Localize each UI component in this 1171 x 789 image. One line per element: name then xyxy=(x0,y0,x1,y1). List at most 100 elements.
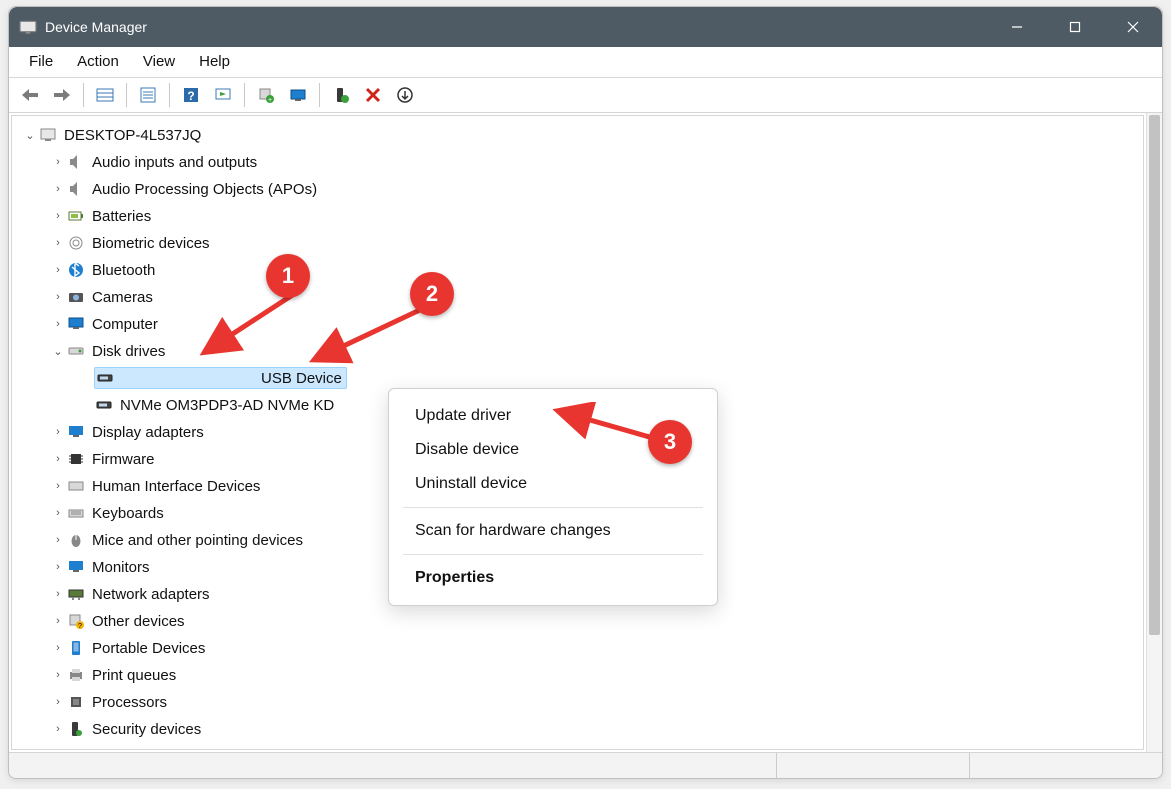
expand-icon[interactable]: › xyxy=(50,291,66,303)
context-uninstall-device[interactable]: Uninstall device xyxy=(389,467,717,501)
tree-item[interactable]: › Computer xyxy=(18,311,1139,338)
titlebar: Device Manager xyxy=(9,7,1162,47)
toolbar-separator xyxy=(126,83,127,107)
tree-item-label: Processors xyxy=(92,694,167,711)
tree-item[interactable]: › Portable Devices xyxy=(18,635,1139,662)
tree-item-label: Audio inputs and outputs xyxy=(92,154,257,171)
maximize-button[interactable] xyxy=(1046,7,1104,47)
disk-icon xyxy=(95,368,115,388)
toolbar-separator xyxy=(169,83,170,107)
chip-icon xyxy=(66,449,86,469)
tree-root-label: DESKTOP-4L537JQ xyxy=(64,127,201,144)
tree-item[interactable]: › Biometric devices xyxy=(18,230,1139,257)
minimize-button[interactable] xyxy=(988,7,1046,47)
disable-device-button[interactable] xyxy=(390,81,420,109)
tree-item-label: Biometric devices xyxy=(92,235,210,252)
context-scan-hardware[interactable]: Scan for hardware changes xyxy=(389,514,717,548)
status-cell xyxy=(970,753,1162,778)
toolbar-separator xyxy=(244,83,245,107)
portable-icon xyxy=(66,638,86,658)
tree-item-label: Audio Processing Objects (APOs) xyxy=(92,181,317,198)
tree-item[interactable]: › Audio Processing Objects (APOs) xyxy=(18,176,1139,203)
tree-item-disk-drives[interactable]: ⌄ Disk drives xyxy=(18,338,1139,365)
keyboard-icon xyxy=(66,503,86,523)
expand-icon[interactable]: › xyxy=(50,723,66,735)
show-hidden-button[interactable] xyxy=(90,81,120,109)
tree-item-label: Security devices xyxy=(92,721,201,738)
tree-item[interactable]: › Batteries xyxy=(18,203,1139,230)
battery-icon xyxy=(66,206,86,226)
tree-item-label: Monitors xyxy=(92,559,150,576)
tree-item-label: Disk drives xyxy=(92,343,165,360)
expand-icon[interactable]: › xyxy=(50,156,66,168)
context-separator xyxy=(403,554,703,555)
tree-item-label: NVMe OM3PDP3-AD NVMe KD xyxy=(120,397,334,414)
menu-help[interactable]: Help xyxy=(187,49,242,74)
help-button[interactable]: ? xyxy=(176,81,206,109)
expand-icon[interactable]: › xyxy=(50,588,66,600)
statusbar xyxy=(9,753,1162,778)
enable-device-button[interactable] xyxy=(326,81,356,109)
monitor-icon xyxy=(66,314,86,334)
expand-icon[interactable]: › xyxy=(50,615,66,627)
tree-item[interactable]: › Print queues xyxy=(18,662,1139,689)
expand-icon[interactable]: › xyxy=(50,426,66,438)
tree-item[interactable]: › Bluetooth xyxy=(18,257,1139,284)
collapse-icon[interactable]: ⌄ xyxy=(50,345,66,358)
tree-item[interactable]: › Processors xyxy=(18,689,1139,716)
annotation-badge-2: 2 xyxy=(410,272,454,316)
title-controls xyxy=(988,7,1162,47)
expand-icon[interactable]: › xyxy=(50,183,66,195)
tree-item-label: Bluetooth xyxy=(92,262,155,279)
tree-item-label: Keyboards xyxy=(92,505,164,522)
menubar: File Action View Help xyxy=(9,47,1162,78)
expand-icon[interactable]: › xyxy=(50,480,66,492)
expand-icon[interactable]: › xyxy=(50,453,66,465)
tree-item[interactable]: › Cameras xyxy=(18,284,1139,311)
tree-item-label: Computer xyxy=(92,316,158,333)
tree-item[interactable]: › Audio inputs and outputs xyxy=(18,149,1139,176)
svg-text:?: ? xyxy=(78,623,82,630)
uninstall-device-button[interactable] xyxy=(358,81,388,109)
collapse-icon[interactable]: ⌄ xyxy=(22,129,38,142)
forward-button[interactable] xyxy=(47,81,77,109)
expand-icon[interactable]: › xyxy=(50,642,66,654)
tree-item-label: Print queues xyxy=(92,667,176,684)
expand-icon[interactable]: › xyxy=(50,696,66,708)
menu-view[interactable]: View xyxy=(131,49,187,74)
scan-hardware-button[interactable] xyxy=(283,81,313,109)
annotation-badge-3: 3 xyxy=(648,420,692,464)
tree-item[interactable]: › Security devices xyxy=(18,716,1139,743)
action-button[interactable] xyxy=(208,81,238,109)
tree-item[interactable]: › ? Other devices xyxy=(18,608,1139,635)
properties-button[interactable] xyxy=(133,81,163,109)
expand-icon[interactable]: › xyxy=(50,507,66,519)
expand-icon[interactable]: › xyxy=(50,210,66,222)
scrollbar[interactable] xyxy=(1146,113,1162,752)
expand-icon[interactable]: › xyxy=(50,264,66,276)
tree-item-label: Firmware xyxy=(92,451,155,468)
update-driver-button[interactable]: + xyxy=(251,81,281,109)
annotation-badge-1: 1 xyxy=(266,254,310,298)
svg-text:+: + xyxy=(268,97,272,104)
camera-icon xyxy=(66,287,86,307)
toolbar-separator xyxy=(83,83,84,107)
expand-icon[interactable]: › xyxy=(50,561,66,573)
expand-icon[interactable]: › xyxy=(50,534,66,546)
menu-action[interactable]: Action xyxy=(65,49,131,74)
hid-icon xyxy=(66,476,86,496)
scroll-thumb[interactable] xyxy=(1149,115,1160,635)
app-icon xyxy=(19,18,37,36)
close-button[interactable] xyxy=(1104,7,1162,47)
context-separator xyxy=(403,507,703,508)
status-cell xyxy=(9,753,777,778)
context-properties[interactable]: Properties xyxy=(389,561,717,595)
expand-icon[interactable]: › xyxy=(50,318,66,330)
tree-root[interactable]: ⌄ DESKTOP-4L537JQ xyxy=(18,122,1139,149)
back-button[interactable] xyxy=(15,81,45,109)
menu-file[interactable]: File xyxy=(17,49,65,74)
printer-icon xyxy=(66,665,86,685)
computer-icon xyxy=(38,125,58,145)
expand-icon[interactable]: › xyxy=(50,237,66,249)
expand-icon[interactable]: › xyxy=(50,669,66,681)
